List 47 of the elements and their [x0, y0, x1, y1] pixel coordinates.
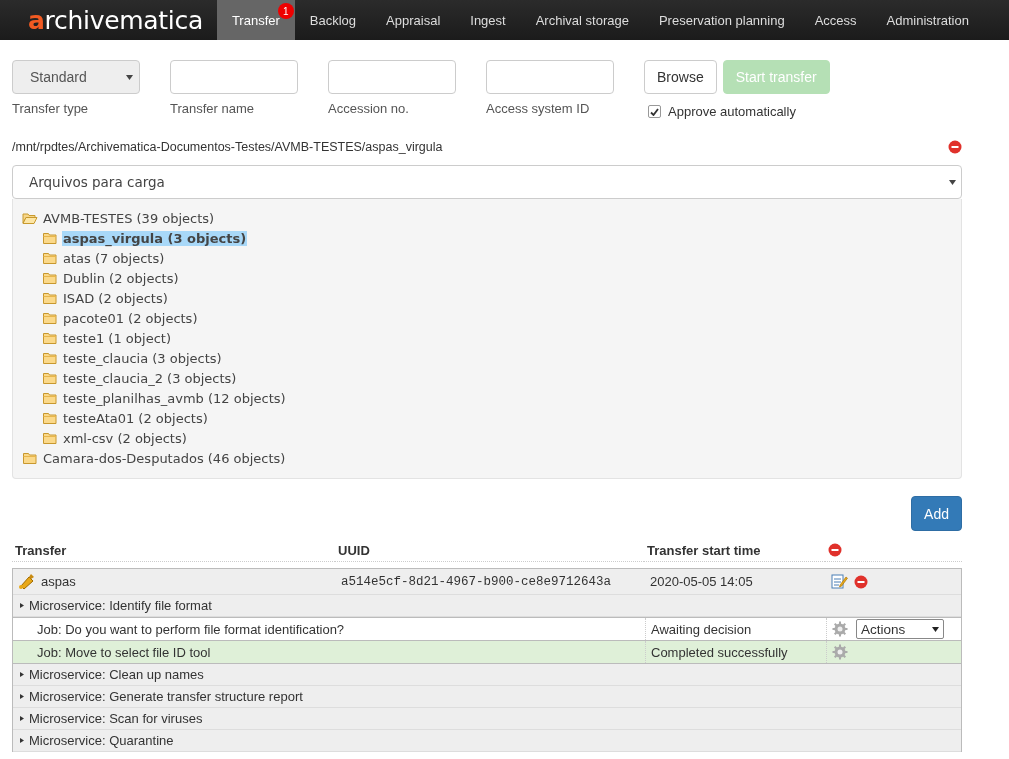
- nav-tab[interactable]: Backlog: [294, 0, 372, 40]
- tree-item[interactable]: teste1 (1 object): [62, 330, 172, 346]
- path-text: /mnt/rpdtes/Archivematica-Documentos-Testes/AVMB-TESTES/aspas_virgula: [12, 140, 443, 154]
- microservice-row[interactable]: Microservice: Generate transfer structure report: [13, 686, 961, 708]
- tree-item[interactable]: teste_claucia (3 objects): [62, 350, 223, 366]
- column-header: UUID: [338, 542, 370, 558]
- job-text: Job: Do you want to perform file format identification?: [37, 621, 345, 637]
- tree-item[interactable]: teste_planilhas_avmb (12 objects): [62, 390, 287, 406]
- add-button[interactable]: Add: [911, 496, 962, 531]
- nav-tab[interactable]: Preservation planning: [643, 0, 800, 40]
- start-time: 2020-05-05 14:05: [650, 574, 753, 589]
- browse-button[interactable]: Browse: [644, 60, 717, 94]
- nav-tab[interactable]: Administration: [871, 0, 984, 40]
- column-header: Transfer: [15, 542, 67, 558]
- nav-tab[interactable]: Ingest: [455, 0, 521, 40]
- archivematica-logo[interactable]: archivematica: [28, 0, 203, 40]
- microservice-row[interactable]: Microservice: Clean up names: [13, 664, 961, 686]
- tree-item[interactable]: xml-csv (2 objects): [62, 430, 188, 446]
- tree-item[interactable]: atas (7 objects): [62, 250, 166, 266]
- microservice-row[interactable]: Microservice: Quarantine: [13, 730, 961, 752]
- tree-item[interactable]: pacote01 (2 objects): [62, 310, 199, 326]
- location-select[interactable]: Arquivos para carga: [12, 165, 962, 199]
- actions-select[interactable]: Actions: [856, 619, 944, 639]
- field-label: Transfer type: [12, 101, 90, 116]
- tree-item[interactable]: testeAta01 (2 objects): [62, 410, 209, 426]
- job-status: Completed successfully: [651, 644, 788, 660]
- field-label: Accession no.: [328, 101, 410, 116]
- transfer-name: aspas: [41, 574, 76, 589]
- column-header: Transfer start time: [647, 542, 761, 558]
- nav-tab[interactable]: Archival storage: [520, 0, 644, 40]
- transfer-type-select[interactable]: Standard: [12, 60, 140, 94]
- checkbox-label: Approve automatically: [668, 104, 796, 119]
- nav-tab[interactable]: Access: [799, 0, 872, 40]
- microservice-row[interactable]: Microservice: Scan for viruses: [13, 708, 961, 730]
- tree-item[interactable]: Camara-dos-Desputados (46 objects): [42, 450, 287, 466]
- tree-item[interactable]: Dublin (2 objects): [62, 270, 180, 286]
- tree-item[interactable]: teste_claucia_2 (3 objects): [62, 370, 238, 386]
- nav-tab[interactable]: Appraisal: [371, 0, 456, 40]
- tree-item[interactable]: aspas_virgula (3 objects): [62, 230, 248, 246]
- field-label: Access system ID: [486, 101, 591, 116]
- job-text: Job: Move to select file ID tool: [37, 644, 211, 660]
- tree-item[interactable]: ISAD (2 objects): [62, 290, 169, 306]
- field-label: Transfer name: [170, 101, 256, 116]
- uuid-text: a514e5cf-8d21-4967-b900-ce8e9712643a: [341, 574, 612, 589]
- tree-item[interactable]: AVMB-TESTES (39 objects): [42, 210, 216, 226]
- job-status: Awaiting decision: [651, 621, 752, 637]
- microservice-row[interactable]: Microservice: Identify file format: [13, 595, 961, 617]
